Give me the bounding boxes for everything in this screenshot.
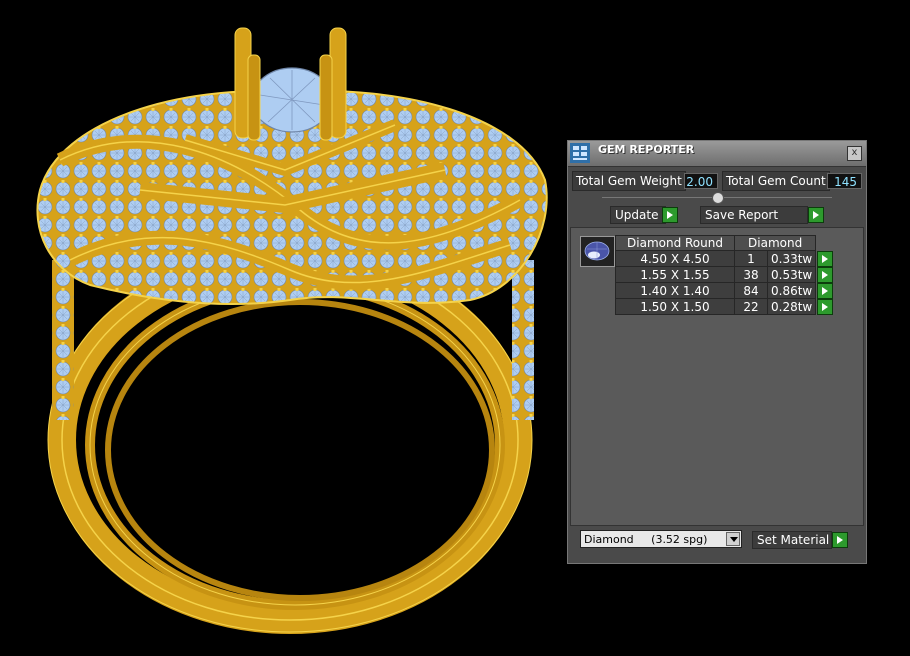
set-material-go-icon[interactable] [832, 532, 848, 548]
row-go-icon[interactable] [817, 266, 834, 283]
gem-count: 22 [734, 298, 768, 315]
title-bar[interactable]: GEM REPORTER x [568, 141, 866, 167]
close-icon[interactable]: x [847, 146, 862, 161]
total-gem-weight-value: 2.00 [684, 173, 718, 189]
set-material-button[interactable]: Set Material [752, 531, 832, 549]
gem-size: 1.50 X 1.50 [615, 298, 735, 315]
total-gem-count-label: Total Gem Count [722, 171, 830, 191]
table-row[interactable]: 1.40 X 1.40 84 0.86tw [615, 282, 834, 299]
update-button[interactable]: Update [610, 206, 666, 224]
diamond-gem-icon [580, 236, 615, 267]
table-row[interactable]: 1.50 X 1.50 22 0.28tw [615, 298, 834, 315]
panel-title: GEM REPORTER [598, 143, 695, 156]
gem-table: Diamond Round Diamond 4.50 X 4.50 1 0.33… [615, 235, 834, 315]
gem-count: 84 [734, 282, 768, 299]
gem-table-header: Diamond Round Diamond [615, 235, 833, 251]
material-select[interactable]: Diamond (3.52 spg) [580, 530, 742, 548]
center-stone [234, 27, 347, 141]
gem-size: 1.55 X 1.55 [615, 266, 735, 283]
material-select-value: Diamond (3.52 spg) [584, 533, 708, 546]
chevron-down-icon[interactable] [726, 532, 740, 546]
total-gem-count-value: 145 [827, 173, 862, 189]
row-go-icon[interactable] [817, 250, 834, 267]
gem-reporter-app-icon [570, 143, 590, 163]
column-header-shape: Diamond Round [615, 235, 735, 251]
table-row[interactable]: 4.50 X 4.50 1 0.33tw [615, 250, 834, 267]
update-go-icon[interactable] [662, 207, 678, 223]
gem-weight: 0.53tw [766, 266, 817, 283]
table-row[interactable]: 1.55 X 1.55 38 0.53tw [615, 266, 834, 283]
collapse-knob-icon[interactable] [712, 192, 724, 204]
column-header-material: Diamond [733, 235, 817, 251]
gem-size: 4.50 X 4.50 [615, 250, 735, 267]
gem-count: 38 [734, 266, 768, 283]
gem-weight: 0.28tw [766, 298, 817, 315]
gem-weight: 0.33tw [766, 250, 817, 267]
gem-reporter-panel: GEM REPORTER x Total Gem Weight 2.00 Tot… [567, 140, 867, 564]
row-go-icon[interactable] [817, 298, 834, 315]
gem-count: 1 [734, 250, 768, 267]
save-report-go-icon[interactable] [808, 207, 824, 223]
row-go-icon[interactable] [817, 282, 834, 299]
save-report-button[interactable]: Save Report [700, 206, 808, 224]
gem-size: 1.40 X 1.40 [615, 282, 735, 299]
ring-shank [47, 246, 533, 634]
gem-list-area[interactable]: Diamond Round Diamond 4.50 X 4.50 1 0.33… [570, 227, 864, 526]
total-gem-weight-label: Total Gem Weight [572, 171, 686, 191]
gem-weight: 0.86tw [766, 282, 817, 299]
